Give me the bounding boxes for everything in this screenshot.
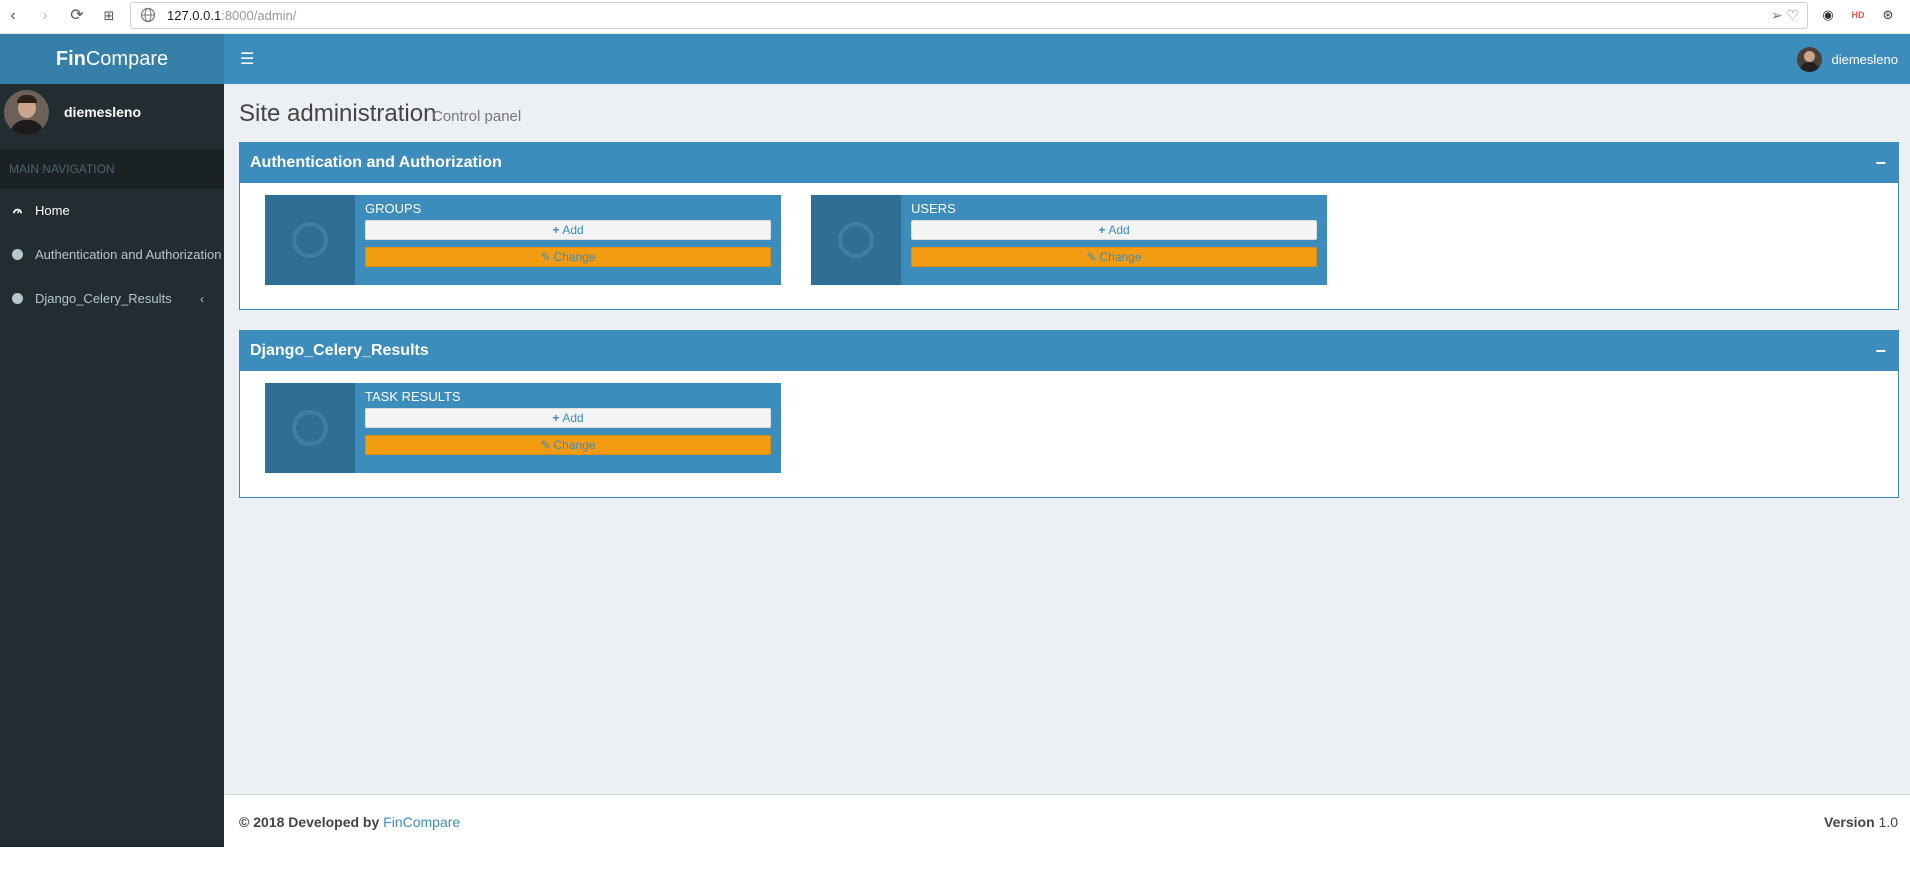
forward-icon[interactable]: › (34, 5, 56, 27)
circle-icon (12, 293, 23, 304)
avatar (1796, 46, 1822, 72)
main-content: Site administration Control panel Authen… (224, 84, 1910, 794)
nav-header: MAIN NAVIGATION (0, 149, 224, 189)
plus-icon: + (552, 223, 560, 237)
user-menu[interactable]: diemesleno (1796, 46, 1899, 72)
box-header: Authentication and Authorization − (240, 143, 1898, 183)
url-text: 127.0.0.1:8000/admin/ (167, 8, 297, 23)
page-title: Site administration (239, 100, 437, 127)
circle-o-icon (838, 222, 874, 258)
version-label: Version (1824, 814, 1875, 830)
brand-logo[interactable]: FinCompare (0, 34, 224, 84)
address-bar[interactable]: 127.0.0.1:8000/admin/ ➢ ♡ (130, 2, 1808, 29)
change-button[interactable]: ✎ Change (365, 435, 771, 455)
add-button[interactable]: + Add (365, 220, 771, 240)
user-panel: diemesleno (0, 84, 224, 149)
box-title: Authentication and Authorization (250, 154, 502, 171)
box-header: Django_Celery_Results − (240, 331, 1898, 371)
footer-version: Version 1.0 (1824, 814, 1898, 830)
brand-bold: Fin (55, 48, 86, 70)
footer-copyright: © 2018 Developed by FinCompare (239, 814, 460, 830)
hd-extension-icon[interactable]: HD (1848, 5, 1868, 25)
sidebar-item-label: Django_Celery_Results (35, 291, 172, 306)
sidebar-item-celery-results[interactable]: Django_Celery_Results ‹ (0, 277, 224, 321)
app-box-auth: Authentication and Authorization − GROUP… (239, 142, 1899, 310)
top-navbar: ☰ diemesleno (224, 34, 1910, 84)
add-button[interactable]: + Add (365, 408, 771, 428)
circle-icon (12, 249, 23, 260)
add-label: Add (562, 411, 584, 425)
reload-icon[interactable]: ⟳ (66, 5, 88, 27)
change-button[interactable]: ✎ Change (911, 247, 1317, 267)
extension-icon[interactable]: ⊛ (1878, 5, 1898, 25)
plus-icon: + (552, 411, 560, 425)
model-title: USERS (911, 201, 956, 216)
heart-icon[interactable]: ♡ (1786, 7, 1799, 23)
avatar (4, 90, 49, 135)
menu-toggle-icon[interactable]: ☰ (240, 49, 260, 69)
collapse-icon[interactable]: − (1875, 143, 1886, 183)
change-label: Change (553, 438, 596, 452)
back-icon[interactable]: ‹ (2, 5, 24, 27)
footer-link[interactable]: FinCompare (383, 814, 460, 830)
add-button[interactable]: + Add (911, 220, 1317, 240)
sidebar: diemesleno MAIN NAVIGATION Home Authenti… (0, 84, 224, 847)
model-card-groups: GROUPS + Add ✎ Change (265, 195, 781, 285)
model-icon (811, 195, 901, 285)
extension-avatar-icon[interactable]: ◉ (1818, 5, 1838, 25)
sidebar-item-home[interactable]: Home (0, 189, 224, 233)
model-card-users: USERS + Add ✎ Change (811, 195, 1327, 285)
chevron-left-icon[interactable]: ‹ (200, 277, 204, 321)
app-box-celery-results: Django_Celery_Results − TASK RESULTS + Ad… (239, 330, 1899, 498)
brand-rest: Compare (85, 48, 169, 70)
page-bottom (0, 847, 1910, 876)
sidebar-item-label: Authentication and Authorization (35, 247, 222, 262)
collapse-icon[interactable]: − (1875, 331, 1886, 371)
plus-icon: + (1098, 223, 1106, 237)
box-title: Django_Celery_Results (250, 342, 429, 359)
circle-o-icon (292, 410, 328, 446)
pencil-icon: ✎ (540, 250, 551, 264)
model-title: TASK RESULTS (365, 389, 461, 404)
add-label: Add (562, 223, 584, 237)
model-icon (265, 383, 355, 473)
dashboard-icon (12, 208, 23, 214)
apps-grid-icon[interactable]: ⊞ (98, 5, 120, 27)
send-icon[interactable]: ➢ (1771, 7, 1783, 23)
change-label: Change (1099, 250, 1142, 264)
pencil-icon: ✎ (540, 438, 551, 452)
change-button[interactable]: ✎ Change (365, 247, 771, 267)
sidebar-item-label: Home (35, 203, 70, 218)
globe-icon (140, 7, 156, 23)
circle-o-icon (292, 222, 328, 258)
model-icon (265, 195, 355, 285)
browser-toolbar: ‹ › ⟳ ⊞ 127.0.0.1:8000/admin/ ➢ ♡ ◉ HD ⊛ (0, 0, 1910, 34)
change-label: Change (553, 250, 596, 264)
version-number: 1.0 (1878, 814, 1898, 830)
copyright-text: © 2018 Developed by (239, 814, 380, 830)
sidebar-item-authentication[interactable]: Authentication and Authorization (0, 233, 224, 277)
model-title: GROUPS (365, 201, 422, 216)
add-label: Add (1108, 223, 1130, 237)
user-menu-name: diemesleno (1831, 51, 1899, 67)
pencil-icon: ✎ (1086, 250, 1097, 264)
user-panel-name: diemesleno (64, 104, 142, 120)
url-actions: ➢ ♡ (1771, 7, 1799, 24)
footer: © 2018 Developed by FinCompare Version 1… (224, 794, 1910, 847)
model-card-task-results: TASK RESULTS + Add ✎ Change (265, 383, 781, 473)
page-subtitle: Control panel (432, 108, 522, 125)
